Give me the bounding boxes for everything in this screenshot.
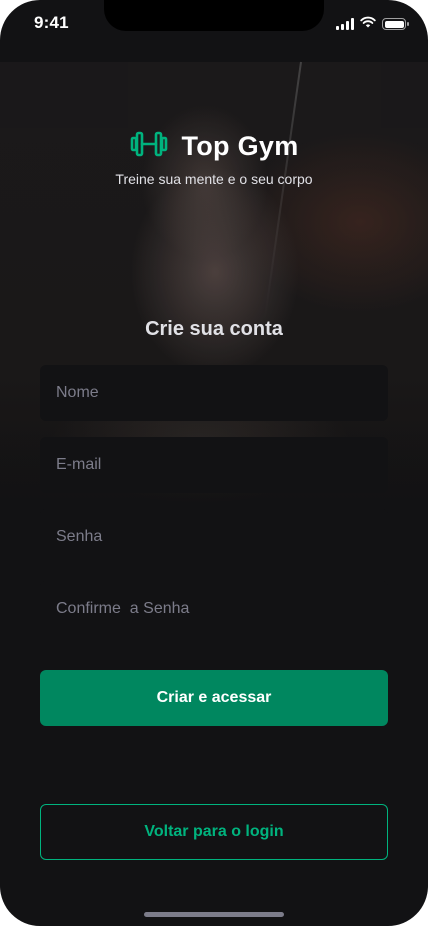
status-bar: 9:41 <box>0 0 428 48</box>
app-title: Top Gym <box>181 131 299 161</box>
confirm-password-input[interactable] <box>40 581 388 637</box>
app-tagline: Treine sua mente e o seu corpo <box>115 171 313 187</box>
status-time: 9:41 <box>34 13 69 32</box>
back-to-login-button[interactable]: Voltar para o login <box>40 804 388 860</box>
brand-header: Top Gym Treine sua mente e o seu corpo <box>0 130 428 187</box>
home-indicator <box>144 912 284 917</box>
email-input[interactable] <box>40 437 388 493</box>
form-heading: Crie sua conta <box>145 318 283 340</box>
battery-icon <box>382 18 409 30</box>
status-icons <box>336 15 409 33</box>
create-account-button[interactable]: Criar e acessar <box>40 670 388 726</box>
dumbbell-icon <box>129 130 169 163</box>
name-input[interactable] <box>40 365 388 421</box>
wifi-icon <box>360 15 376 33</box>
phone-screen: 9:41 Top Gym Treine sua mente e o seu co… <box>0 0 428 926</box>
brand-row: Top Gym <box>129 130 298 163</box>
signal-icon <box>336 18 354 30</box>
device-notch <box>104 0 324 31</box>
password-input[interactable] <box>40 509 388 565</box>
